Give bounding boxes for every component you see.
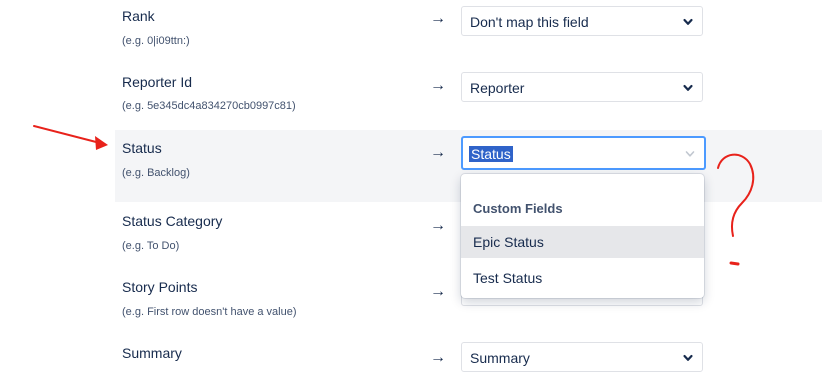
red-arrow-annotation [33,125,108,150]
red-question-mark-annotation [717,153,755,266]
annotation-layer [33,125,755,266]
